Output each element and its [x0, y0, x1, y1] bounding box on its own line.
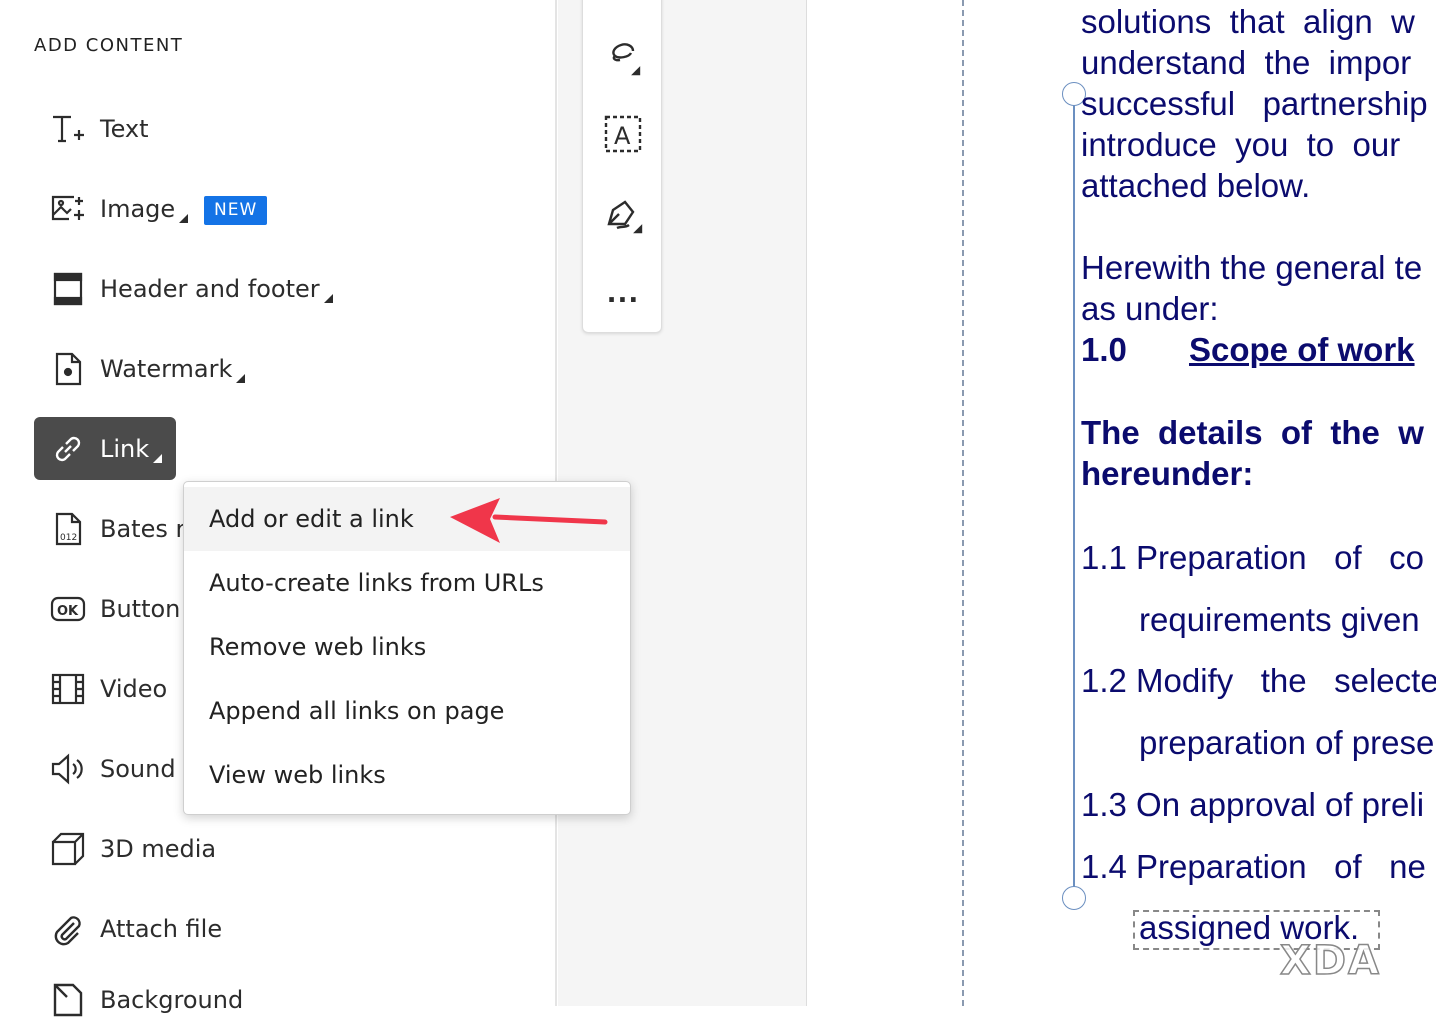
svg-text:012: 012 — [60, 533, 77, 543]
sidebar-item-label: Image — [100, 194, 176, 223]
sound-icon — [50, 751, 86, 787]
text-field-icon[interactable]: A — [601, 112, 645, 156]
doc-line: The details of the w — [1081, 414, 1424, 451]
sidebar-item-label: Button — [100, 594, 181, 623]
doc-line: successful partnership — [1081, 85, 1428, 122]
doc-line: requirements given — [1139, 601, 1420, 638]
video-icon — [50, 671, 86, 707]
resize-handle[interactable] — [1062, 886, 1086, 910]
sidebar-item-link[interactable]: Link — [34, 417, 176, 480]
doc-line: as under: — [1081, 290, 1219, 327]
sidebar-item-label: Sound — [100, 754, 176, 783]
doc-line: 1.2 Modify the selecte — [1081, 662, 1436, 699]
text-add-icon — [50, 111, 86, 147]
svg-text:OK: OK — [57, 604, 79, 619]
image-add-icon — [50, 191, 86, 227]
red-arrow-annotation-icon — [450, 498, 608, 543]
menu-item-append-links[interactable]: Append all links on page — [184, 679, 630, 743]
sidebar-item-sound[interactable]: Sound — [34, 737, 176, 800]
sidebar-item-video[interactable]: Video — [34, 657, 176, 720]
doc-line: understand the impor — [1081, 44, 1412, 81]
sidebar-item-header-footer[interactable]: Header and footer — [34, 257, 334, 320]
signature-pen-icon[interactable] — [601, 192, 645, 236]
paperclip-icon — [50, 911, 86, 947]
menu-item-remove-web-links[interactable]: Remove web links — [184, 615, 630, 679]
sidebar-item-label: Background — [100, 985, 244, 1014]
cube-icon — [50, 831, 86, 867]
doc-line: preparation of prese — [1139, 724, 1435, 761]
watermark-icon — [50, 351, 86, 387]
doc-line: hereunder: — [1081, 455, 1254, 492]
submenu-indicator-icon — [179, 214, 189, 223]
quick-tools-toolbar: A ... — [582, 0, 662, 333]
submenu-indicator-icon — [323, 294, 333, 303]
doc-line: 1.4 Preparation of ne — [1081, 848, 1426, 885]
header-footer-icon — [50, 271, 86, 307]
sidebar-item-label: Header and footer — [100, 274, 320, 303]
doc-line: attached below. — [1081, 167, 1311, 204]
doc-line: introduce you to our — [1081, 126, 1401, 163]
text-box-border — [1073, 92, 1075, 898]
sidebar-item-label: Video — [100, 674, 168, 703]
new-badge: NEW — [204, 196, 268, 225]
sidebar-item-watermark[interactable]: Watermark — [34, 337, 254, 400]
lasso-icon[interactable] — [601, 34, 645, 78]
doc-line: 1.0 — [1081, 331, 1127, 368]
bates-numbering-icon: 012 — [50, 511, 86, 547]
sidebar-item-label: Watermark — [100, 354, 233, 383]
menu-item-view-web-links[interactable]: View web links — [184, 743, 630, 807]
link-icon — [50, 431, 86, 467]
sidebar-item-label: Bates n — [100, 514, 191, 543]
svg-text:A: A — [614, 122, 631, 150]
more-icon[interactable]: ... — [601, 272, 645, 316]
sidebar-item-label: 3D media — [100, 834, 217, 863]
sidebar-item-image[interactable]: Image — [34, 177, 189, 240]
submenu-indicator-icon — [153, 454, 163, 463]
panel-heading: ADD CONTENT — [34, 35, 184, 56]
sidebar-item-text[interactable]: Text — [34, 97, 176, 160]
submenu-indicator-icon — [236, 374, 246, 383]
xda-watermark-logo: XDA — [1279, 937, 1381, 985]
sidebar-item-label: Text — [100, 114, 149, 143]
doc-line: solutions that align w — [1081, 3, 1415, 40]
sidebar-item-button[interactable]: OK Button — [34, 577, 180, 640]
sidebar-item-label: Attach file — [100, 914, 223, 943]
sidebar-item-3d-media[interactable]: 3D media — [34, 817, 216, 880]
doc-line: 1.3 On approval of preli — [1081, 786, 1425, 823]
doc-line: 1.1 Preparation of co — [1081, 539, 1425, 576]
ok-button-icon: OK — [50, 591, 86, 627]
doc-line: Herewith the general te — [1081, 249, 1423, 286]
sidebar-item-background[interactable]: Background — [34, 968, 243, 1031]
menu-item-auto-create-links[interactable]: Auto-create links from URLs — [184, 551, 630, 615]
sidebar-item-label: Link — [100, 434, 150, 463]
background-icon — [50, 982, 86, 1018]
sidebar-item-attach-file[interactable]: Attach file — [34, 897, 222, 960]
page-boundary — [962, 0, 964, 1006]
sidebar-item-bates-numbering[interactable]: 012 Bates n — [34, 497, 191, 560]
section-heading: Scope of work — [1189, 331, 1415, 368]
